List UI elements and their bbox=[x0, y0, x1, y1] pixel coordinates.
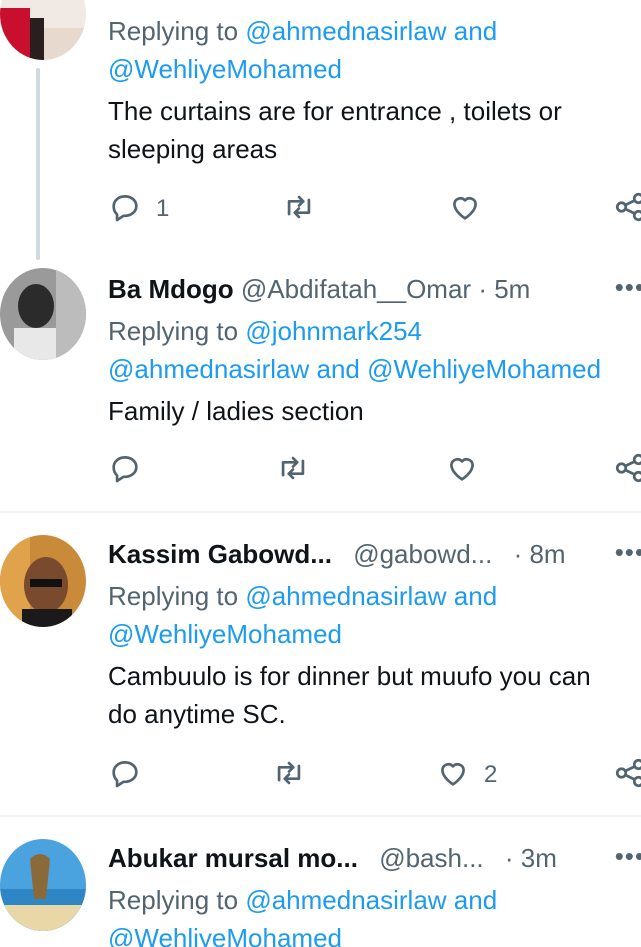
avatar[interactable] bbox=[0, 535, 86, 627]
mention-link[interactable]: @WehliyeMohamed bbox=[108, 50, 641, 88]
retweet-icon bbox=[282, 190, 316, 229]
reply-icon bbox=[108, 756, 142, 795]
share-button[interactable] bbox=[613, 189, 641, 229]
retweet-icon bbox=[272, 756, 306, 795]
user-handle[interactable]: @Abdifatah__Omar bbox=[241, 274, 471, 304]
replying-prefix: Replying to bbox=[108, 316, 239, 346]
avatar[interactable] bbox=[0, 839, 86, 931]
separator: · bbox=[478, 274, 487, 304]
tweet-text-line: Cambuulo is for dinner but muufo you can bbox=[108, 661, 591, 691]
thread-connector bbox=[36, 68, 40, 260]
reply-button[interactable] bbox=[108, 450, 142, 490]
like-count: 2 bbox=[484, 761, 498, 788]
more-horizontal-icon[interactable]: ••• bbox=[615, 533, 641, 571]
display-name[interactable]: Ba Mdogo bbox=[108, 274, 234, 304]
retweet-button[interactable] bbox=[276, 450, 310, 490]
replying-to-line: Replying to @ahmednasirlaw and bbox=[108, 12, 641, 50]
user-handle[interactable]: @gabowd... bbox=[353, 539, 492, 569]
reply-count: 1 bbox=[156, 195, 170, 222]
mention-link[interactable]: @ahmednasirlaw and bbox=[245, 581, 497, 611]
avatar[interactable] bbox=[0, 268, 86, 360]
replying-to-line: Replying to @johnmark254 bbox=[108, 312, 641, 350]
more-horizontal-icon[interactable]: ••• bbox=[615, 268, 641, 306]
like-button[interactable]: 2 bbox=[436, 755, 497, 795]
action-bar bbox=[108, 450, 641, 490]
replying-to-line: Replying to @ahmednasirlaw and bbox=[108, 881, 641, 919]
replying-prefix: Replying to bbox=[108, 16, 239, 46]
replying-prefix: Replying to bbox=[108, 581, 239, 611]
mention-link[interactable]: @ahmednasirlaw and @WehliyeMohamed bbox=[108, 350, 641, 388]
heart-icon bbox=[436, 756, 470, 795]
tweet-text-line: sleeping areas bbox=[108, 134, 278, 164]
reply-icon bbox=[108, 451, 142, 490]
timestamp[interactable]: 5m bbox=[494, 274, 530, 304]
tweet-text-line: do anytime SC. bbox=[108, 699, 286, 729]
user-handle[interactable]: @bash... bbox=[379, 843, 483, 873]
mention-link[interactable]: @ahmednasirlaw and bbox=[245, 16, 497, 46]
share-button[interactable] bbox=[613, 450, 641, 490]
tweet-header: Ba Mdogo @Abdifatah__Omar · 5m ••• bbox=[108, 270, 641, 308]
replying-prefix: Replying to bbox=[108, 885, 239, 915]
separator: · bbox=[513, 539, 523, 569]
timestamp[interactable]: 3m bbox=[521, 843, 557, 873]
heart-icon bbox=[448, 190, 482, 229]
action-bar: 1 bbox=[108, 189, 641, 229]
retweet-button[interactable] bbox=[282, 189, 316, 229]
timestamp[interactable]: 8m bbox=[529, 539, 565, 569]
tweet-header: Abukar mursal mo... @bash... · 3m ••• bbox=[108, 839, 641, 877]
share-icon bbox=[613, 756, 641, 795]
tweet-text-line: Family / ladies section bbox=[108, 396, 364, 426]
avatar[interactable] bbox=[0, 0, 86, 60]
tweet-2[interactable]: Kassim Gabowd... @gabowd... · 8m ••• Rep… bbox=[0, 513, 641, 813]
more-horizontal-icon[interactable]: ••• bbox=[615, 837, 641, 875]
tweet-header: Kassim Gabowd... @gabowd... · 8m ••• bbox=[108, 535, 641, 573]
heart-icon bbox=[445, 451, 479, 490]
action-bar: 2 bbox=[108, 755, 641, 795]
mention-link[interactable]: @ahmednasirlaw and bbox=[245, 885, 497, 915]
tweet-0[interactable]: Replying to @ahmednasirlaw and @WehliyeM… bbox=[0, 0, 641, 260]
share-icon bbox=[613, 451, 641, 490]
tweet-1[interactable]: Ba Mdogo @Abdifatah__Omar · 5m ••• Reply… bbox=[0, 260, 641, 510]
retweet-icon bbox=[276, 451, 310, 490]
retweet-button[interactable] bbox=[272, 755, 306, 795]
tweet-text-line: The curtains are for entrance , toilets … bbox=[108, 96, 562, 126]
reply-feed: Replying to @ahmednasirlaw and @WehliyeM… bbox=[0, 0, 641, 947]
like-button[interactable] bbox=[445, 450, 479, 490]
share-button[interactable] bbox=[613, 755, 641, 795]
reply-button[interactable]: 1 bbox=[108, 189, 169, 229]
mention-link[interactable]: @WehliyeMohamed bbox=[108, 919, 641, 947]
display-name[interactable]: Kassim Gabowd... bbox=[108, 539, 332, 569]
reply-button[interactable] bbox=[108, 755, 142, 795]
mention-link[interactable]: @WehliyeMohamed bbox=[108, 615, 641, 653]
mention-link[interactable]: @johnmark254 bbox=[245, 316, 422, 346]
replying-to-line: Replying to @ahmednasirlaw and bbox=[108, 577, 641, 615]
like-button[interactable] bbox=[448, 189, 482, 229]
display-name[interactable]: Abukar mursal mo... bbox=[108, 843, 358, 873]
reply-icon bbox=[108, 190, 142, 229]
separator: · bbox=[504, 843, 514, 873]
share-icon bbox=[613, 190, 641, 229]
tweet-3[interactable]: Abukar mursal mo... @bash... · 3m ••• Re… bbox=[0, 817, 641, 947]
